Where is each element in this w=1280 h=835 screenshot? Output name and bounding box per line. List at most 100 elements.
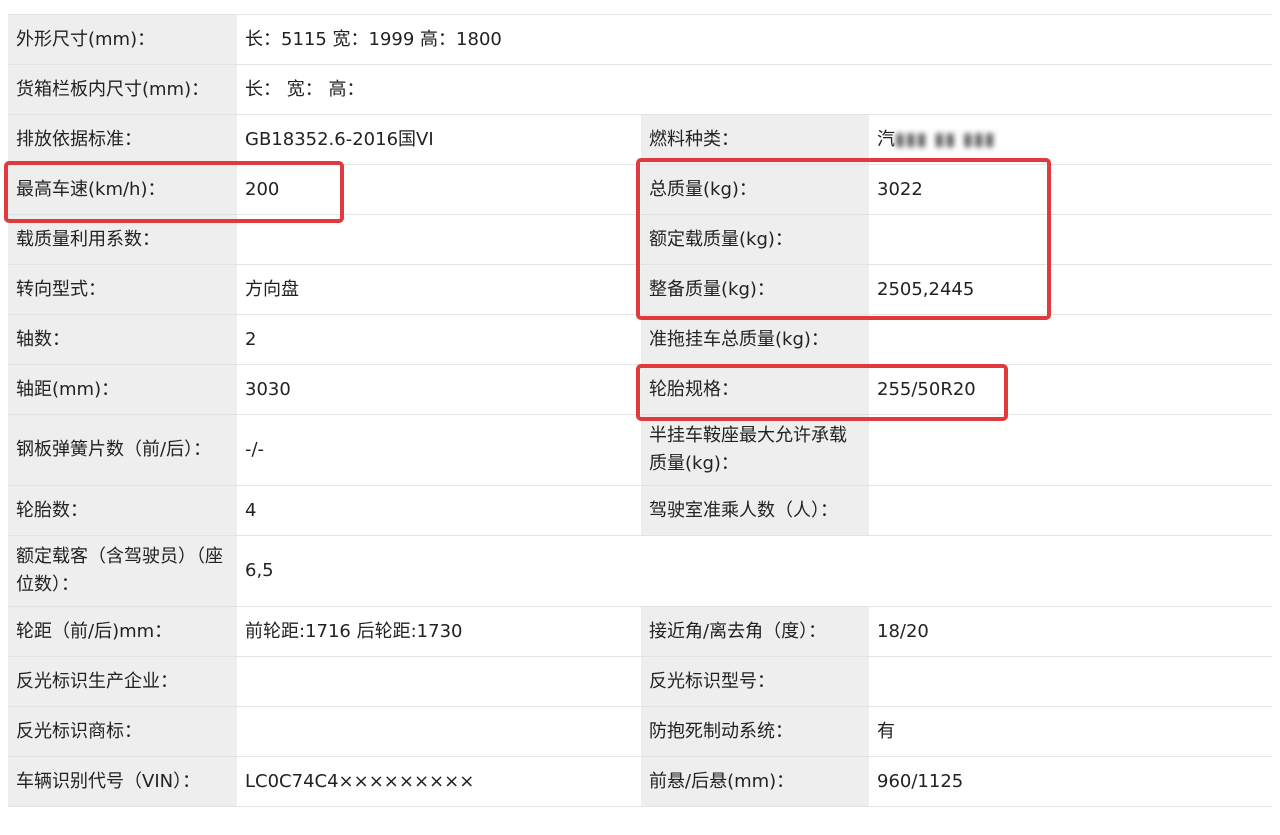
- row-label: 燃料种类：: [641, 115, 869, 164]
- row-label: 钢板弹簧片数（前/后）：: [8, 415, 237, 485]
- table-row: 货箱栏板内尺寸(mm)： 长： 宽： 高：: [8, 65, 1272, 115]
- row-value-text: 汽: [877, 128, 895, 150]
- row-label-text: 燃料种类：: [649, 128, 739, 150]
- row-label-text: 轮胎数：: [16, 499, 88, 521]
- row-value-text: 方向盘: [245, 278, 299, 300]
- table-row: 轴数： 2 准拖挂车总质量(kg)：: [8, 315, 1272, 365]
- row-label: 反光标识型号：: [641, 657, 869, 706]
- row-label: 车辆识别代号（VIN）：: [8, 757, 237, 806]
- row-value-text: 长：5115 宽：1999 高：1800: [245, 28, 502, 50]
- row-label: 半挂车鞍座最大允许承载质量(kg)：: [641, 415, 869, 485]
- row-value-text: 前轮距:1716 后轮距:1730: [245, 620, 463, 642]
- row-label-text: 接近角/离去角（度）：: [649, 620, 827, 642]
- row-value: 3030: [237, 365, 641, 414]
- table-row: 轮距（前/后)mm： 前轮距:1716 后轮距:1730 接近角/离去角（度）： 18…: [8, 607, 1272, 657]
- row-value-text: 3022: [877, 178, 923, 200]
- table-row: 最高车速(km/h)： 200 总质量(kg)： 3022: [8, 165, 1272, 215]
- row-label-text: 轴距(mm)：: [16, 378, 120, 400]
- spec-table: 外形尺寸(mm)： 长：5115 宽：1999 高：1800 货箱栏板内尺寸(mm)…: [8, 14, 1272, 835]
- table-row: 外形尺寸(mm)： 长：5115 宽：1999 高：1800: [8, 15, 1272, 65]
- row-value-text: 960/1125: [877, 770, 964, 792]
- row-value-text: 2505,2445: [877, 278, 975, 300]
- row-value: GB18352.6-2016国VI: [237, 115, 641, 164]
- row-label: 载质量利用系数：: [8, 215, 237, 264]
- row-label: 前悬/后悬(mm)：: [641, 757, 869, 806]
- row-label-text: 排放依据标准：: [16, 128, 142, 150]
- row-value: 3022: [869, 165, 1272, 214]
- table-row: 轮胎数： 4 驾驶室准乘人数（人）：: [8, 486, 1272, 536]
- table-row: 排放依据标准： GB18352.6-2016国VI 燃料种类： 汽 ▮▮▮ ▮▮ ▮▮▮: [8, 115, 1272, 165]
- row-value: 200: [237, 165, 641, 214]
- table-row: 轴距(mm)： 3030 轮胎规格： 255/50R20: [8, 365, 1272, 415]
- row-label-text: 额定载客（含驾驶员）（座位数）：: [16, 546, 223, 595]
- row-label: 防抱死制动系统：: [641, 707, 869, 756]
- table-row: 反光标识生产企业： 反光标识型号：: [8, 657, 1272, 707]
- row-label: 轮胎数：: [8, 486, 237, 535]
- row-value: [869, 215, 1272, 264]
- redacted-fuel-text: ▮▮▮ ▮▮ ▮▮▮: [895, 128, 996, 150]
- row-value: 长： 宽： 高：: [237, 65, 1272, 114]
- row-label-text: 防抱死制动系统：: [649, 720, 793, 742]
- row-label: 最高车速(km/h)：: [8, 165, 237, 214]
- row-value-text: 4: [245, 499, 257, 521]
- row-value: [237, 215, 641, 264]
- row-label: 额定载客（含驾驶员）（座位数）：: [8, 536, 237, 606]
- row-label: 轮距（前/后)mm：: [8, 607, 237, 656]
- row-label: 排放依据标准：: [8, 115, 237, 164]
- row-value: LC0C74C4×××××××××: [237, 757, 641, 806]
- row-value: 2505,2445: [869, 265, 1272, 314]
- row-value: 汽 ▮▮▮ ▮▮ ▮▮▮: [869, 115, 1272, 164]
- row-label-text: 轮胎规格：: [649, 378, 739, 400]
- row-label-text: 反光标识商标：: [16, 720, 142, 742]
- row-label-text: 最高车速(km/h)：: [16, 178, 166, 200]
- row-label: 货箱栏板内尺寸(mm)：: [8, 65, 237, 114]
- row-label-text: 钢板弹簧片数（前/后）：: [16, 439, 212, 460]
- row-label-text: 外形尺寸(mm)：: [16, 28, 156, 50]
- table-row: 额定载客（含驾驶员）（座位数）： 6,5: [8, 536, 1272, 607]
- row-label-text: 驾驶室准乘人数（人）：: [649, 499, 838, 521]
- row-label: 驾驶室准乘人数（人）：: [641, 486, 869, 535]
- row-value-text: 长： 宽： 高：: [245, 78, 365, 100]
- row-value: [869, 415, 1272, 485]
- row-value: [237, 657, 641, 706]
- table-row: 转向型式： 方向盘 整备质量(kg)： 2505,2445: [8, 265, 1272, 315]
- row-value: [869, 315, 1272, 364]
- row-label-text: 总质量(kg)：: [649, 178, 757, 200]
- row-value-text: GB18352.6-2016国VI: [245, 128, 434, 150]
- row-value: 4: [237, 486, 641, 535]
- row-value-text: 255/50R20: [877, 378, 976, 400]
- row-value: 960/1125: [869, 757, 1272, 806]
- row-label-text: 轴数：: [16, 328, 70, 350]
- row-value-text: LC0C74C4×××××××××: [245, 770, 475, 792]
- table-row: 车辆识别代号（VIN）： LC0C74C4××××××××× 前悬/后悬(mm)： 9…: [8, 757, 1272, 807]
- row-value: 18/20: [869, 607, 1272, 656]
- row-value: 前轮距:1716 后轮距:1730: [237, 607, 641, 656]
- row-label-text: 货箱栏板内尺寸(mm)：: [16, 78, 210, 100]
- row-value: 6,5: [237, 536, 1272, 606]
- row-value-text: 2: [245, 328, 257, 350]
- row-value-text: -/-: [245, 439, 265, 460]
- row-label-text: 半挂车鞍座最大允许承载质量(kg)：: [649, 425, 847, 474]
- row-value: [237, 707, 641, 756]
- row-value: [869, 657, 1272, 706]
- table-row: 载质量利用系数： 额定载质量(kg)：: [8, 215, 1272, 265]
- row-label: 额定载质量(kg)：: [641, 215, 869, 264]
- row-label: 接近角/离去角（度）：: [641, 607, 869, 656]
- row-value: 长：5115 宽：1999 高：1800: [237, 15, 1272, 64]
- row-value: [869, 486, 1272, 535]
- table-row: 钢板弹簧片数（前/后）： -/- 半挂车鞍座最大允许承载质量(kg)：: [8, 415, 1272, 486]
- row-label-text: 载质量利用系数：: [16, 228, 160, 250]
- row-label-text: 准拖挂车总质量(kg)：: [649, 328, 829, 350]
- row-label: 准拖挂车总质量(kg)：: [641, 315, 869, 364]
- row-label-text: 转向型式：: [16, 278, 106, 300]
- row-label-text: 反光标识生产企业：: [16, 670, 178, 692]
- row-label-text: 整备质量(kg)：: [649, 278, 775, 300]
- row-value: 255/50R20: [869, 365, 1272, 414]
- row-value-text: 有: [877, 720, 895, 742]
- table-row: 反光标识商标： 防抱死制动系统： 有: [8, 707, 1272, 757]
- row-label-text: 前悬/后悬(mm)：: [649, 770, 795, 792]
- row-label: 转向型式：: [8, 265, 237, 314]
- row-label: 反光标识商标：: [8, 707, 237, 756]
- row-label: 反光标识生产企业：: [8, 657, 237, 706]
- row-label: 轮胎规格：: [641, 365, 869, 414]
